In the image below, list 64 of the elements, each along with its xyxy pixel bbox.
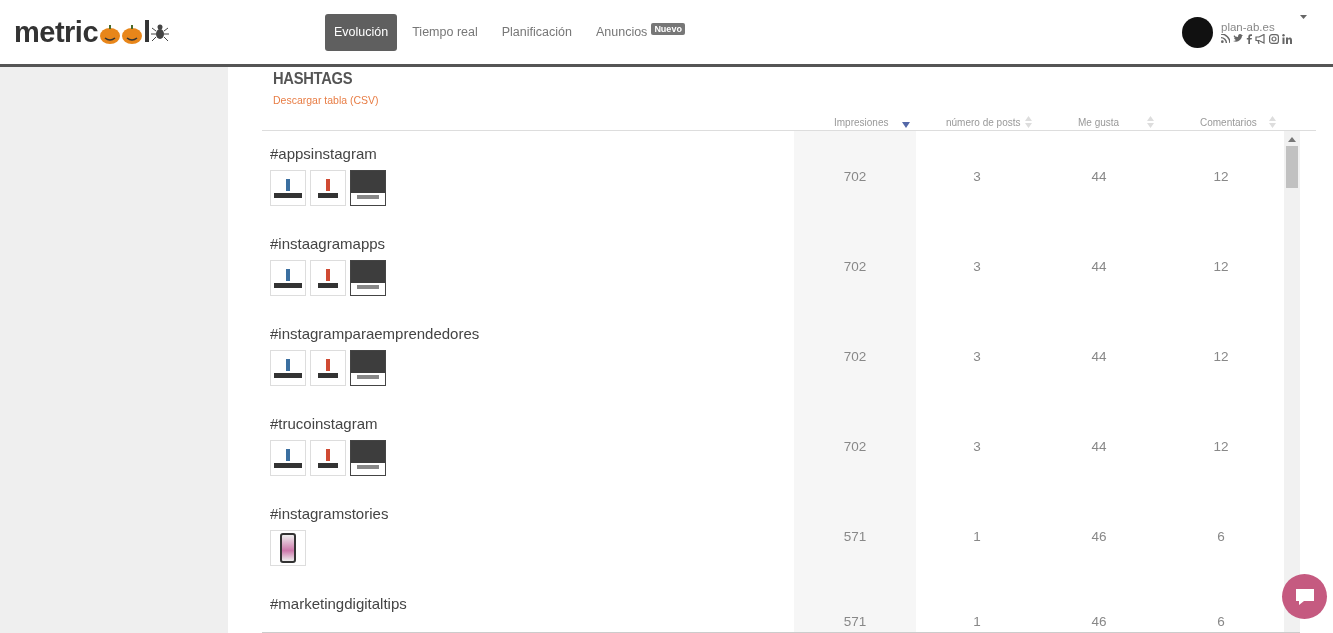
hashtag-label: #instaagramapps bbox=[270, 235, 387, 252]
scrollbar[interactable] bbox=[1284, 131, 1300, 632]
nav-tab[interactable]: Tiempo real bbox=[403, 13, 487, 51]
nav-tab[interactable]: Evolución bbox=[325, 13, 398, 51]
table-cell-text: 46 bbox=[1090, 613, 1108, 631]
hashtag-label: #appsinstagram bbox=[270, 145, 378, 162]
hashtag-label: #instagramstories bbox=[270, 505, 390, 522]
scroll-up-icon[interactable] bbox=[1288, 137, 1296, 142]
sort-descending-icon[interactable] bbox=[902, 122, 910, 128]
account-name[interactable]: plan-ab.es bbox=[1221, 20, 1292, 33]
post-thumbnail[interactable] bbox=[350, 260, 386, 296]
column-header[interactable]: Comentarios bbox=[1200, 117, 1257, 128]
table-cell-text: 46 bbox=[1090, 527, 1108, 546]
hashtag-label: #instagramparaemprendedores bbox=[270, 325, 481, 342]
megaphone-icon[interactable] bbox=[1255, 33, 1266, 44]
nav-tab[interactable]: Anuncios Nuevo bbox=[586, 13, 694, 51]
hashtag-label: #marketingdigitaltips bbox=[270, 595, 408, 612]
table-cell-text: 3 bbox=[972, 257, 982, 276]
instagram-icon[interactable] bbox=[1269, 33, 1279, 44]
avatar[interactable] bbox=[1182, 16, 1213, 48]
table-cell: 702 bbox=[794, 401, 916, 491]
table-cell-text: 44 bbox=[1090, 347, 1108, 366]
column-header[interactable]: Me gusta bbox=[1078, 117, 1120, 128]
table-cell-text: 12 bbox=[1212, 167, 1230, 186]
section-title: HASHTAGS bbox=[273, 70, 354, 88]
new-badge: Nuevo bbox=[651, 23, 685, 35]
scrollbar-thumb[interactable] bbox=[1286, 146, 1298, 188]
linkedin-icon[interactable] bbox=[1282, 33, 1292, 44]
table-cell: 571 bbox=[794, 491, 916, 581]
caret-icon[interactable] bbox=[1300, 14, 1307, 19]
post-thumbnail[interactable] bbox=[350, 170, 386, 206]
table-cell-text: 1 bbox=[972, 527, 982, 546]
table-cell-text: 3 bbox=[972, 167, 982, 186]
facebook-icon[interactable] bbox=[1246, 33, 1252, 44]
column-header[interactable]: número de posts bbox=[946, 117, 1021, 128]
post-thumbnail[interactable] bbox=[350, 440, 386, 476]
table-cell: 571 bbox=[794, 581, 916, 632]
bird-icon[interactable] bbox=[1233, 34, 1243, 43]
table-cell: 702 bbox=[794, 131, 916, 221]
table-cell-text: 3 bbox=[972, 437, 982, 456]
chat-button[interactable] bbox=[1282, 574, 1327, 619]
table-cell-text: 12 bbox=[1212, 437, 1230, 456]
pumpkin-icon bbox=[99, 23, 144, 45]
chat-icon[interactable] bbox=[1293, 586, 1316, 607]
table-cell: 702 bbox=[794, 221, 916, 311]
download-link[interactable]: Descargar tabla (CSV) bbox=[273, 94, 379, 106]
logo-text: l bbox=[143, 15, 151, 49]
rss-icon[interactable] bbox=[1221, 34, 1230, 43]
table-cell-text: 44 bbox=[1090, 257, 1108, 276]
table-cell-text: 12 bbox=[1212, 347, 1230, 366]
post-thumbnail[interactable] bbox=[350, 350, 386, 386]
column-header[interactable]: Impresiones bbox=[834, 117, 889, 128]
table-cell-text: 1 bbox=[972, 613, 982, 631]
table-cell-text: 44 bbox=[1090, 437, 1108, 456]
hashtag-label: #trucoinstagram bbox=[270, 415, 379, 432]
table-cell-text: 44 bbox=[1090, 167, 1108, 186]
table-cell-text: 12 bbox=[1212, 257, 1230, 276]
table-cell-text: 6 bbox=[1216, 527, 1226, 546]
spider-icon bbox=[150, 22, 169, 42]
logo-text: metric bbox=[14, 15, 99, 49]
table-cell-text: 3 bbox=[972, 347, 982, 366]
table-cell-text: 6 bbox=[1216, 613, 1226, 631]
nav-tab[interactable]: Planificación bbox=[492, 13, 581, 51]
table-cell: 702 bbox=[794, 311, 916, 401]
